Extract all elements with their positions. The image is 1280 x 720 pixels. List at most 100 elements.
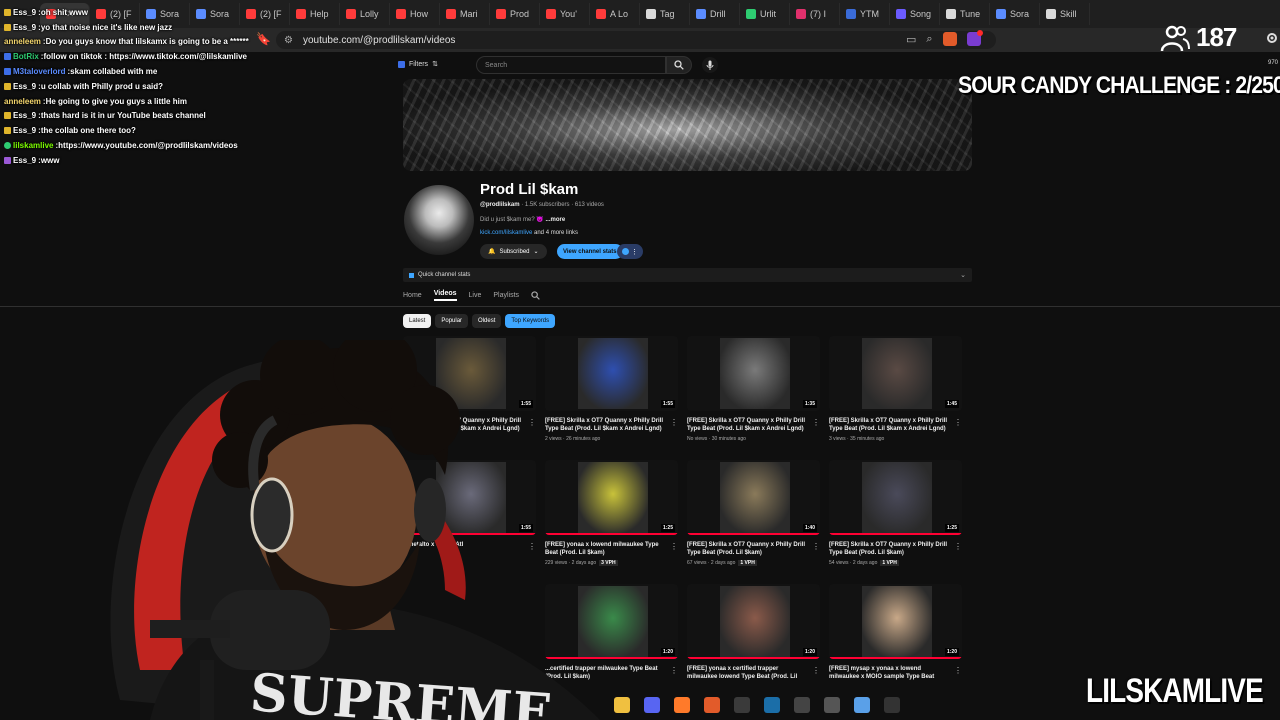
chat-username[interactable]: Ess_9: [13, 126, 36, 135]
rewards-icon[interactable]: [966, 30, 983, 46]
browser-tab[interactable]: Sora: [990, 3, 1040, 25]
more-vert-icon[interactable]: ⋮: [812, 542, 820, 551]
chat-username[interactable]: Ess_9: [13, 111, 36, 120]
chip-latest[interactable]: Latest: [403, 314, 432, 328]
browser-tab[interactable]: A Lo: [590, 3, 640, 25]
discord-icon[interactable]: [644, 697, 660, 713]
chat-username[interactable]: Ess_9: [13, 82, 36, 91]
view-stats-button[interactable]: View channel stats: [557, 244, 623, 259]
video-card[interactable]: 1:25 [FREE] Skrilla x OT7 Quanny x Philly…: [829, 460, 962, 566]
more-links[interactable]: and 4 more links: [532, 230, 578, 236]
app-icon[interactable]: [794, 697, 810, 713]
4k-icon[interactable]: [824, 697, 840, 713]
play-icon[interactable]: [884, 697, 900, 713]
mic-button[interactable]: [702, 57, 718, 73]
headphone-left: [250, 477, 294, 553]
more-vert-icon[interactable]: ⋮: [954, 666, 962, 675]
tab-live[interactable]: Live: [469, 292, 482, 299]
channel-description[interactable]: Did u just $kam me? 😈 ...more: [480, 216, 565, 223]
chat-username[interactable]: anneleem: [4, 97, 41, 106]
video-thumbnail[interactable]: 1:20: [829, 584, 962, 659]
video-card[interactable]: 1:45 [FREE] Skrilla x OT7 Quanny x Philly…: [829, 336, 962, 442]
video-title[interactable]: [FREE] Skrilla x OT7 Quanny x Philly Dri…: [829, 541, 962, 558]
more-vert-icon[interactable]: ⋮: [670, 666, 678, 675]
browser-tab[interactable]: (7) I: [790, 3, 840, 25]
more-vert-icon[interactable]: ⋮: [670, 542, 678, 551]
subscribed-button[interactable]: 🔔 Subscribed ⌄: [480, 244, 547, 259]
site-info-icon[interactable]: ⚙: [284, 35, 293, 46]
cast-icon[interactable]: ▭: [906, 33, 916, 46]
brave-shield-icon[interactable]: [942, 32, 957, 46]
search-icon[interactable]: [531, 290, 540, 300]
zoom-icon[interactable]: ⌕: [926, 33, 932, 46]
channel-avatar[interactable]: [404, 185, 474, 255]
notepad-icon[interactable]: [854, 697, 870, 713]
channel-link[interactable]: kick.com/lilskamlive: [480, 230, 532, 236]
chip-top-keywords[interactable]: Top Keywords: [505, 314, 556, 328]
obs-icon[interactable]: [734, 697, 750, 713]
url-field[interactable]: ⚙ youtube.com/@prodlilskam/videos: [276, 31, 996, 49]
description-text: Did u just $kam me? 😈: [480, 217, 544, 223]
chat-username[interactable]: Ess_9: [13, 156, 36, 165]
video-title[interactable]: [FREE] Skrilla x OT7 Quanny x Philly Dri…: [687, 417, 820, 434]
more-vert-icon[interactable]: ⋮: [670, 418, 678, 427]
browser-tab[interactable]: YTM: [840, 3, 890, 25]
tab-videos[interactable]: Videos: [433, 290, 457, 301]
chat-username[interactable]: Ess_9: [13, 23, 36, 32]
more-vert-icon[interactable]: ⋮: [812, 418, 820, 427]
steam-icon[interactable]: [764, 697, 780, 713]
video-thumbnail[interactable]: 1:40: [687, 460, 820, 535]
video-title[interactable]: [FREE] yonaa x certified trapper milwauk…: [687, 665, 820, 682]
video-thumbnail[interactable]: 1:35: [687, 336, 820, 411]
more-vert-icon[interactable]: ⋮: [954, 542, 962, 551]
browser-tab[interactable]: Lolly: [340, 3, 390, 25]
browser-tab[interactable]: Song: [890, 3, 940, 25]
chat-username[interactable]: Ess_9: [13, 8, 36, 17]
browser-tab[interactable]: How: [390, 3, 440, 25]
video-thumbnail[interactable]: 1:20: [687, 584, 820, 659]
chip-popular[interactable]: Popular: [435, 314, 469, 328]
description-more[interactable]: ...more: [546, 217, 566, 223]
browser-tab[interactable]: Mari: [440, 3, 490, 25]
video-title[interactable]: [FREE] Skrilla x OT7 Quanny x Philly Dri…: [829, 417, 962, 434]
search-input[interactable]: Search: [476, 56, 666, 74]
chat-username[interactable]: anneleem: [4, 37, 41, 46]
firefox-icon[interactable]: [674, 697, 690, 713]
quick-stats-bar[interactable]: Quick channel stats ⌄: [403, 268, 972, 282]
browser-tab[interactable]: Drill: [690, 3, 740, 25]
tab-home[interactable]: Home: [403, 292, 422, 299]
chat-badge-icon: [4, 127, 11, 135]
browser-tab[interactable]: Tune: [940, 3, 990, 25]
chip-oldest[interactable]: Oldest: [472, 314, 502, 328]
watch-progress: [829, 657, 962, 659]
video-card[interactable]: 1:40 [FREE] Skrilla x OT7 Quanny x Philly…: [687, 460, 820, 566]
search-button[interactable]: [666, 56, 692, 74]
filters-button[interactable]: Filters ⇅: [398, 60, 438, 68]
browser-tab[interactable]: Urlit: [740, 3, 790, 25]
tab-favicon-icon: [946, 9, 956, 19]
video-thumbnail[interactable]: 1:25: [829, 460, 962, 535]
tab-playlists[interactable]: Playlists: [493, 292, 519, 299]
chat-badge-icon: [4, 23, 11, 31]
video-title[interactable]: [FREE] mysap x yonaa x lowend milwaukee …: [829, 665, 962, 682]
tab-label: Lolly: [360, 9, 379, 19]
video-card[interactable]: 1:20 [FREE] yonaa x certified trapper mil…: [687, 584, 820, 684]
video-card[interactable]: 1:35 [FREE] Skrilla x OT7 Quanny x Philly…: [687, 336, 820, 442]
chat-username[interactable]: M3taloverlord: [13, 67, 65, 76]
thumbnail-image: [720, 338, 790, 409]
brave-icon[interactable]: [704, 697, 720, 713]
video-thumbnail[interactable]: 1:45: [829, 336, 962, 411]
more-vert-icon[interactable]: ⋮: [954, 418, 962, 427]
browser-tab[interactable]: You': [540, 3, 590, 25]
browser-tab[interactable]: Tag: [640, 3, 690, 25]
chat-username[interactable]: lilskamlive: [13, 141, 53, 150]
more-vert-icon[interactable]: ⋮: [812, 666, 820, 675]
chat-message: Ess_9: yo that noise nice it's like new …: [0, 20, 260, 35]
video-title[interactable]: [FREE] Skrilla x OT7 Quanny x Philly Dri…: [687, 541, 820, 558]
browser-tab[interactable]: Skill: [1040, 3, 1090, 25]
browser-tab[interactable]: Help: [290, 3, 340, 25]
browser-tab[interactable]: Prod: [490, 3, 540, 25]
chat-username[interactable]: BotRix: [13, 52, 39, 61]
extension-button[interactable]: ⋮: [617, 244, 643, 259]
video-card[interactable]: 1:20 [FREE] mysap x yonaa x lowend milwau…: [829, 584, 962, 684]
